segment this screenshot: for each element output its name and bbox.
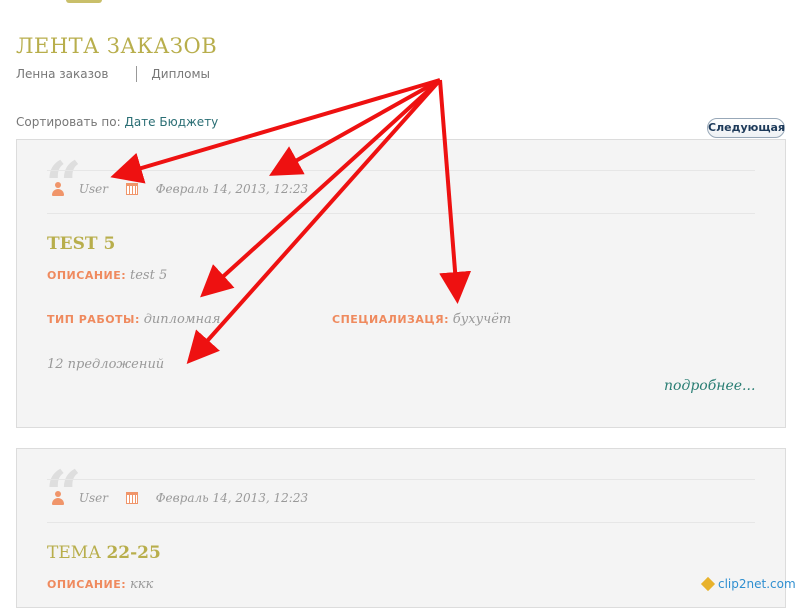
order-specialization: СПЕЦИАЛИЗАЦЯ: бухучёт [332,312,511,327]
order-description: ОПИСАНИЕ: test 5 [47,268,167,283]
user-icon [51,181,65,196]
subnav-orders-feed[interactable]: Ленна заказов [16,67,108,81]
order-date: Февраль 14, 2013, 12:23 [155,490,309,505]
order-meta: User Февраль 14, 2013, 12:23 [51,490,308,508]
description-value: test 5 [130,268,168,283]
more-link[interactable]: подробнее... [664,378,755,394]
order-description: ОПИСАНИЕ: ккк [47,577,153,592]
specialization-label: СПЕЦИАЛИЗАЦЯ: [332,313,449,326]
user-icon [51,490,65,505]
order-user: User [78,181,108,196]
subnav-divider [136,66,138,82]
order-title-prefix: ТЕМА [47,543,102,563]
calendar-icon [125,182,138,195]
leaf-icon [700,576,716,592]
next-page-button[interactable]: Следующая [707,118,785,138]
description-label: ОПИСАНИЕ: [47,269,127,282]
order-card: “ User Февраль 14, 2013, 12:23 TEST 5 ОП… [16,139,786,428]
description-value: ккк [130,577,154,592]
watermark: clip2net.com [700,576,796,592]
description-label: ОПИСАНИЕ: [47,578,127,591]
work-type-value: дипломная [143,312,221,327]
page-title: ЛЕНТА ЗАКАЗОВ [16,34,218,58]
sort-label: Сортировать по: [16,115,121,129]
order-card: “ User Февраль 14, 2013, 12:23 ТЕМА 22-2… [16,448,786,608]
order-meta: User Февраль 14, 2013, 12:23 [51,181,308,199]
sort-row: Сортировать по: Дате Бюджету [16,115,218,129]
specialization-value: бухучёт [452,312,512,327]
order-user: User [78,490,108,505]
header-accent [66,0,102,3]
order-title[interactable]: ТЕМА 22-25 [47,543,161,563]
sort-link[interactable]: Дате Бюджету [124,115,218,129]
order-title[interactable]: TEST 5 [47,234,115,254]
subnav: Ленна заказов Дипломы [16,66,210,82]
calendar-icon [125,491,138,504]
order-date: Февраль 14, 2013, 12:23 [155,181,309,196]
work-type-label: ТИП РАБОТЫ: [47,313,140,326]
order-title-number: 22-25 [106,543,161,563]
order-work-type: ТИП РАБОТЫ: дипломная [47,312,220,327]
subnav-diplomas[interactable]: Дипломы [151,67,210,81]
offers-count: 12 предложений [47,357,165,372]
